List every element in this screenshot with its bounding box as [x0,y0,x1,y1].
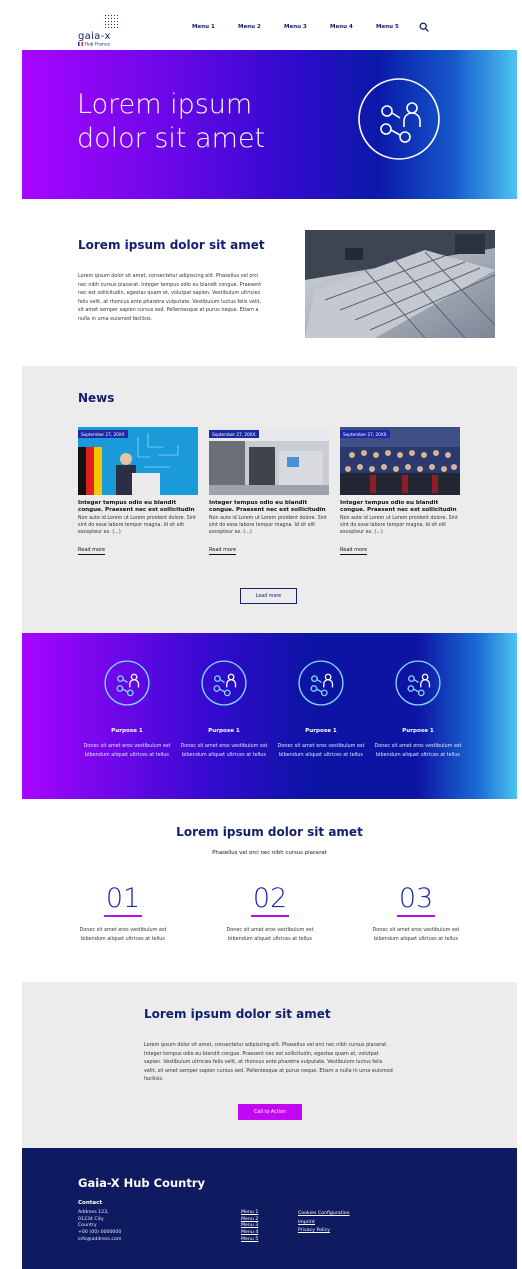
contact-email: info@address.com [78,1236,122,1242]
cookies-configuration-link[interactable]: Cookies Configuration [298,1210,350,1219]
news-card[interactable]: September 27, 20XX Integer tempus odio e… [209,427,329,555]
step-underline [397,915,435,917]
steps-section: Lorem ipsum dolor sit amet Phasellus vel… [22,799,517,982]
purpose-section: Purpose 1 Donec sit amet eros vestibulum… [22,633,517,799]
contact-address: Address 123, [78,1210,109,1215]
news-card[interactable]: September 27, 20XX Integer tempus odio e… [78,427,198,555]
purpose-name: Purpose 1 [402,728,434,734]
step-number: 03 [398,883,434,914]
step-item: 03 Donec sit amet eros vestibulum est bi… [366,883,466,943]
read-more-link[interactable]: Read more [78,547,106,555]
nav-menu-2[interactable]: Menu 2 [238,24,261,30]
steps-subtitle: Phasellus vel orci nec nibh cursus place… [212,850,327,856]
purpose-name: Purpose 1 [305,728,337,734]
news-card-text: Non aute id Lorem ut Lorem proident dolo… [78,516,196,535]
network-people-icon [104,660,150,706]
network-people-icon [395,660,441,706]
step-item: 01 Donec sit amet eros vestibulum est bi… [73,883,173,943]
news-card-title[interactable]: Integer tempus odio eu blandit congue. P… [209,500,329,514]
network-people-icon [358,78,440,160]
intro-text: Lorem ipsum dolor sit amet, consectetur … [78,273,262,322]
hero-banner: Lorem ipsum dolor sit amet [22,50,517,199]
flag-icon [78,42,83,46]
purpose-item: Purpose 1 Donec sit amet eros vestibulum… [275,660,367,759]
footer-contact: Address 123, 01234 City Country +00 (00)… [78,1210,121,1244]
purpose-name: Purpose 1 [111,728,143,734]
nav-menu-1[interactable]: Menu 1 [192,24,215,30]
footer-menu-4[interactable]: Menu 4 [241,1230,258,1237]
footer-contact-heading: Contact [78,1200,102,1206]
news-card-title[interactable]: Integer tempus odio eu blandit congue. P… [340,500,460,514]
news-card[interactable]: September 27, 20XX Integer tempus odio e… [340,427,460,555]
datacenter-image [305,230,495,338]
nav-menu-3[interactable]: Menu 3 [284,24,307,30]
news-card-title[interactable]: Integer tempus odio eu blandit congue. P… [78,500,198,514]
purpose-text: Donec sit amet eros vestibulum est biben… [374,743,462,758]
imprint-link[interactable]: Imprint [298,1219,350,1228]
step-text: Donec sit amet eros vestibulum est biben… [226,927,314,942]
news-card-image: September 27, 20XX [209,427,329,495]
cta-text: Lorem ipsum dolor sit amet, consectetur … [144,1042,393,1083]
purpose-text: Donec sit amet eros vestibulum est biben… [83,743,171,758]
read-more-link[interactable]: Read more [340,547,368,555]
network-people-icon [298,660,344,706]
news-section: News September 27, 20XX Integer tempus o… [22,366,517,633]
footer-title: Gaia-X Hub Country [78,1176,206,1190]
gaia-x-logo[interactable]: gaia-x Hub France [78,14,138,48]
logo-subtitle: Hub France [78,42,110,47]
news-title: News [78,391,115,405]
step-text: Donec sit amet eros vestibulum est biben… [79,927,167,942]
site-footer: Gaia-X Hub Country Contact Address 123, … [22,1148,517,1269]
news-card-text: Non aute id Lorem ut Lorem proident dolo… [209,516,327,535]
intro-title: Lorem ipsum dolor sit amet [78,238,265,252]
cta-section: Lorem ipsum dolor sit amet Lorem ipsum d… [22,982,517,1148]
step-underline [251,915,289,917]
step-underline [104,915,142,917]
site-header: gaia-x Hub France Menu 1 Menu 2 Menu 3 M… [22,0,517,50]
purpose-item: Purpose 1 Donec sit amet eros vestibulum… [81,660,173,759]
nav-menu-4[interactable]: Menu 4 [330,24,353,30]
privacy-policy-link[interactable]: Privacy Policy [298,1227,350,1236]
step-number: 01 [105,883,141,914]
purpose-text: Donec sit amet eros vestibulum est biben… [277,743,365,758]
news-date: September 27, 20XX [78,430,128,438]
news-date: September 27, 20XX [209,430,259,438]
footer-legal-links: Cookies Configuration Imprint Privacy Po… [298,1210,350,1236]
footer-menu: Menu 1 Menu 2 Menu 3 Menu 4 Menu 5 [241,1210,258,1244]
purpose-item: Purpose 1 Donec sit amet eros vestibulum… [372,660,464,759]
intro-section: Lorem ipsum dolor sit amet Lorem ipsum d… [22,199,517,366]
footer-menu-5[interactable]: Menu 5 [241,1237,258,1244]
cta-title: Lorem ipsum dolor sit amet [144,1007,331,1021]
search-icon[interactable] [419,22,429,32]
purpose-name: Purpose 1 [208,728,240,734]
logo-text: gaia-x [78,31,111,42]
news-card-image: September 27, 20XX [78,427,198,495]
steps-title: Lorem ipsum dolor sit amet [176,825,363,839]
footer-menu-1[interactable]: Menu 1 [241,1210,258,1217]
step-text: Donec sit amet eros vestibulum est biben… [372,927,460,942]
step-item: 02 Donec sit amet eros vestibulum est bi… [220,883,320,943]
network-people-icon [201,660,247,706]
hero-title: Lorem ipsum dolor sit amet [77,89,266,154]
purpose-text: Donec sit amet eros vestibulum est biben… [180,743,268,758]
step-number: 02 [252,883,288,914]
logo-subtitle-text: Hub France [84,42,110,48]
contact-phone: +00 (00) 0000000 [78,1230,122,1236]
news-card-text: Non aute id Lorem ut Lorem proident dolo… [340,516,458,535]
call-to-action-button[interactable]: Call to Action [238,1104,302,1120]
news-date: September 27, 20XX [340,430,390,438]
page: gaia-x Hub France Menu 1 Menu 2 Menu 3 M… [22,0,517,1269]
logo-dots-icon [104,14,119,29]
nav-menu-5[interactable]: Menu 5 [376,24,399,30]
news-card-image: September 27, 20XX [340,427,460,495]
purpose-item: Purpose 1 Donec sit amet eros vestibulum… [178,660,270,759]
load-more-button[interactable]: Load more [240,588,297,604]
read-more-link[interactable]: Read more [209,547,237,555]
